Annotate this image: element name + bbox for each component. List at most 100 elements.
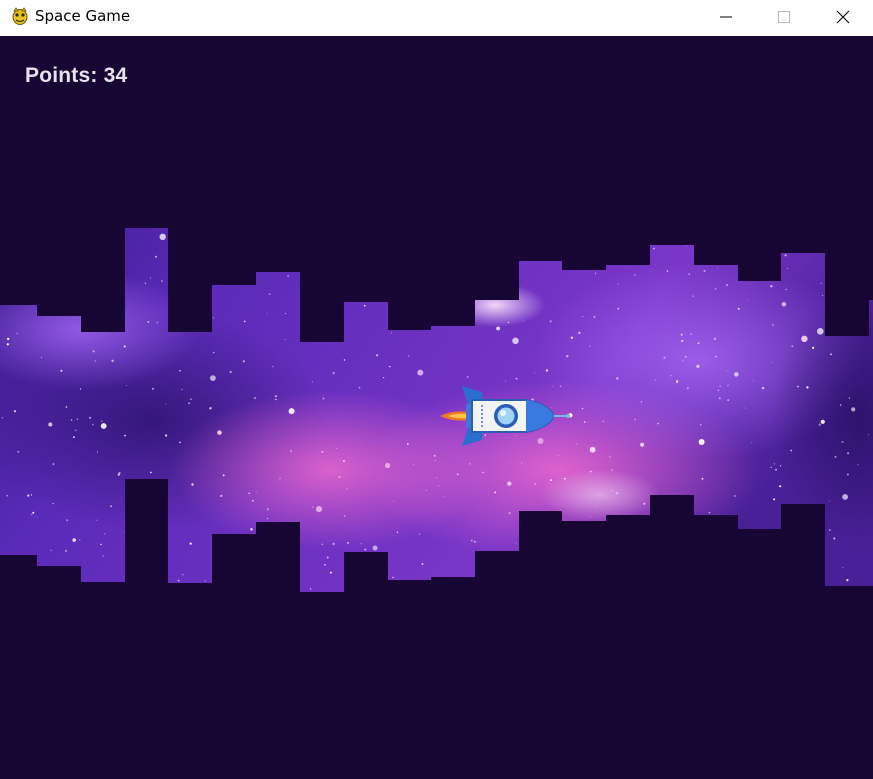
star <box>315 506 323 513</box>
star <box>342 460 345 463</box>
star <box>682 359 684 361</box>
star <box>616 492 618 494</box>
star <box>786 268 788 269</box>
star <box>581 407 584 410</box>
star <box>253 397 257 400</box>
star <box>248 492 250 495</box>
close-button[interactable] <box>815 0 873 35</box>
star <box>846 579 849 582</box>
star <box>578 331 581 335</box>
window-titlebar: Space Game <box>0 0 873 35</box>
star <box>111 359 114 362</box>
star <box>417 369 424 376</box>
star <box>515 434 516 436</box>
star <box>182 574 184 576</box>
star <box>848 397 851 399</box>
star <box>611 469 613 471</box>
star <box>834 455 837 458</box>
star <box>550 479 553 482</box>
star <box>188 402 191 405</box>
star <box>96 519 98 521</box>
star <box>534 372 536 374</box>
star <box>784 254 787 257</box>
star <box>770 466 772 468</box>
star <box>284 339 286 341</box>
star <box>686 387 689 390</box>
star <box>1 417 4 419</box>
star <box>634 418 636 421</box>
star <box>179 441 182 444</box>
star <box>507 481 512 486</box>
star <box>76 418 79 420</box>
star <box>771 362 773 364</box>
star <box>719 385 721 387</box>
star <box>165 434 168 437</box>
star <box>329 571 332 574</box>
star <box>189 542 192 545</box>
star <box>336 448 338 449</box>
star <box>717 267 718 268</box>
star <box>413 464 414 465</box>
star <box>100 423 107 429</box>
game-canvas[interactable]: Points: 34 <box>0 36 873 779</box>
star <box>322 397 325 400</box>
star <box>243 320 246 323</box>
star <box>734 372 739 377</box>
star <box>657 422 659 425</box>
star <box>66 519 69 522</box>
star <box>692 295 694 297</box>
minimize-icon <box>720 16 732 18</box>
star <box>421 563 424 565</box>
star <box>697 342 700 345</box>
window-title: Space Game <box>35 7 131 25</box>
star <box>396 531 399 534</box>
star <box>288 408 295 415</box>
star <box>393 500 394 502</box>
star <box>726 370 728 372</box>
star <box>255 492 257 493</box>
star <box>190 398 192 400</box>
star <box>818 423 821 426</box>
star <box>589 516 591 518</box>
star <box>773 463 775 465</box>
star <box>817 328 824 335</box>
star <box>791 345 794 348</box>
star <box>596 506 597 508</box>
star <box>590 470 592 473</box>
star <box>534 483 537 485</box>
star <box>50 549 52 552</box>
star <box>714 288 717 290</box>
star <box>358 386 361 389</box>
star <box>79 539 81 541</box>
star <box>482 471 484 474</box>
star <box>494 491 497 494</box>
star <box>32 511 35 514</box>
star <box>363 304 366 307</box>
star <box>104 533 106 535</box>
star <box>275 395 277 398</box>
star <box>829 529 831 531</box>
star <box>147 321 150 323</box>
star <box>343 515 346 517</box>
star <box>204 580 206 582</box>
maximize-button[interactable] <box>756 0 814 35</box>
star <box>663 356 666 359</box>
star <box>790 449 793 452</box>
star <box>332 371 335 375</box>
star <box>466 376 469 378</box>
star <box>727 384 729 386</box>
star <box>312 381 314 383</box>
minimize-button[interactable] <box>698 0 756 35</box>
star <box>438 485 440 487</box>
points-label: Points: <box>25 64 98 87</box>
star <box>701 477 704 480</box>
star <box>717 389 720 391</box>
star <box>321 543 323 545</box>
star <box>516 542 517 544</box>
star <box>593 316 596 318</box>
star <box>752 380 754 382</box>
star <box>212 317 214 319</box>
star <box>471 539 473 542</box>
star <box>775 468 777 471</box>
star <box>734 495 736 497</box>
